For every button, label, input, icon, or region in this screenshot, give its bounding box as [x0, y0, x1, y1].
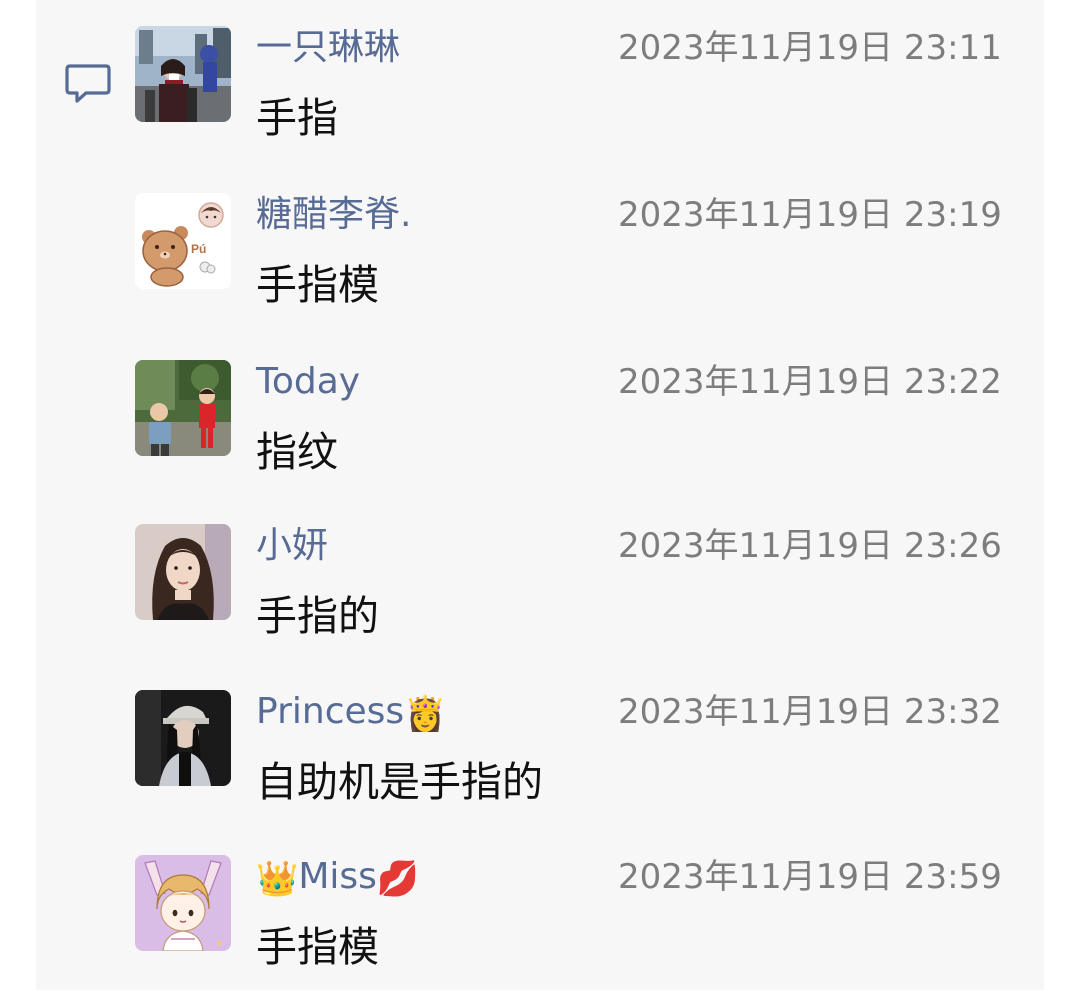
comment-text: 手指	[256, 94, 338, 142]
comment-text: 自助机是手指的	[256, 758, 543, 806]
comment-timestamp: 2023年11月19日 23:19	[618, 195, 1002, 235]
comment-timestamp: 2023年11月19日 23:59	[618, 857, 1002, 897]
avatar[interactable]	[135, 26, 231, 122]
commenter-name[interactable]: 小妍	[256, 522, 328, 570]
avatar[interactable]: Pú	[135, 193, 231, 289]
comment-row[interactable]: ✦ 👑Miss💋 2023年11月19日 23:59 手指模	[0, 855, 1080, 995]
comment-text: 指纹	[256, 428, 338, 476]
commenter-name[interactable]: Princess👸	[256, 688, 447, 736]
comment-timestamp: 2023年11月19日 23:11	[618, 28, 1002, 68]
commenter-name[interactable]: Today	[256, 358, 360, 406]
comment-text: 手指模	[256, 261, 379, 309]
comment-row[interactable]: Today 2023年11月19日 23:22 指纹	[0, 360, 1080, 500]
avatar[interactable]	[135, 360, 231, 456]
svg-text:✦: ✦	[215, 939, 223, 950]
svg-text:Pú: Pú	[191, 242, 206, 256]
comment-timestamp: 2023年11月19日 23:26	[618, 526, 1002, 566]
comment-row[interactable]: 小妍 2023年11月19日 23:26 手指的	[0, 524, 1080, 664]
commenter-name[interactable]: 一只琳琳	[256, 24, 400, 72]
avatar[interactable]	[135, 524, 231, 620]
comment-timestamp: 2023年11月19日 23:32	[618, 692, 1002, 732]
avatar[interactable]	[135, 690, 231, 786]
comment-timestamp: 2023年11月19日 23:22	[618, 362, 1002, 402]
comment-text: 手指模	[256, 923, 379, 971]
comment-row[interactable]: Princess👸 2023年11月19日 23:32 自助机是手指的	[0, 690, 1080, 830]
comment-row[interactable]: 一只琳琳 2023年11月19日 23:11 手指	[0, 26, 1080, 166]
comment-text: 手指的	[256, 592, 379, 640]
comment-row[interactable]: Pú 糖醋李脊. 2023年11月19日 23:19 手指模	[0, 193, 1080, 333]
commenter-name[interactable]: 👑Miss💋	[256, 853, 419, 901]
avatar[interactable]: ✦	[135, 855, 231, 951]
commenter-name[interactable]: 糖醋李脊.	[256, 191, 411, 239]
